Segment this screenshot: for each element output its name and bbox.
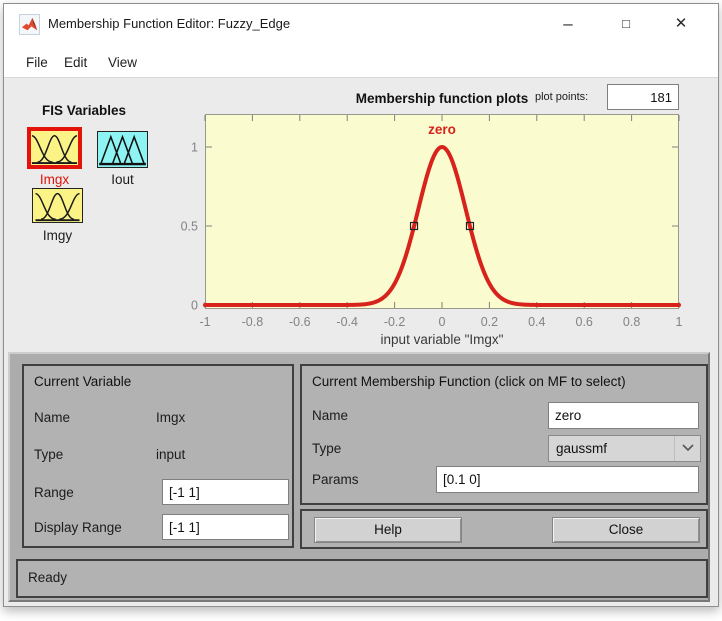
cv-type-label: Type xyxy=(34,447,64,462)
mf-type-label: Type xyxy=(312,441,342,456)
x-tick-label: 0 xyxy=(439,315,446,329)
menu-file[interactable]: File xyxy=(22,53,52,72)
window-title: Membership Function Editor: Fuzzy_Edge xyxy=(48,16,291,31)
membership-plot-axes[interactable]: -1 -0.8 -0.6 -0.4 -0.2 0 0.2 0.4 0.6 0.8 1 0 0.5 1 inp… xyxy=(181,114,683,347)
help-button[interactable]: Help xyxy=(314,517,462,543)
cv-type-value: input xyxy=(156,447,186,462)
bottom-controls-section: Current Variable Name Imgx Type input Ra… xyxy=(8,352,710,602)
x-tick-label: -0.2 xyxy=(384,315,406,329)
fis-variables-heading: FIS Variables xyxy=(42,103,127,118)
x-tick-label: 0.6 xyxy=(576,315,593,329)
y-tick-label: 0.5 xyxy=(181,220,198,234)
mf-handle-marker[interactable] xyxy=(465,221,475,231)
plot-points-input[interactable] xyxy=(607,84,679,110)
fis-variable-imgy-label[interactable]: Imgy xyxy=(32,228,83,243)
display-range-input[interactable] xyxy=(162,514,289,540)
x-tick-label: 0.2 xyxy=(481,315,498,329)
x-tick-label: -0.6 xyxy=(289,315,311,329)
mf-name-input[interactable] xyxy=(548,402,699,429)
chevron-down-icon xyxy=(674,436,700,461)
help-close-panel: Help Close xyxy=(300,509,708,549)
gauss-mf-thumbnail-icon xyxy=(31,135,78,164)
current-mf-heading: Current Membership Function (click on MF… xyxy=(312,374,626,389)
mf-type-dropdown[interactable]: gaussmf xyxy=(548,435,701,462)
close-button[interactable]: Close xyxy=(552,517,700,543)
cv-name-label: Name xyxy=(34,410,71,425)
fis-variable-imgx-icon[interactable] xyxy=(27,127,82,169)
y-tick-label: 1 xyxy=(191,141,198,155)
screenshot-root: Membership Function Editor: Fuzzy_Edge –… xyxy=(0,0,722,621)
current-variable-heading: Current Variable xyxy=(34,374,132,389)
current-mf-panel: Current Membership Function (click on MF… xyxy=(300,364,708,505)
mf-params-label: Params xyxy=(312,472,359,487)
plot-points-label: plot points: xyxy=(535,91,589,103)
maximize-button[interactable]: □ xyxy=(604,4,648,44)
plot-background[interactable] xyxy=(205,114,679,309)
mf-name-label: Name xyxy=(312,408,349,423)
menu-view[interactable]: View xyxy=(104,53,141,72)
title-bar[interactable]: Membership Function Editor: Fuzzy_Edge –… xyxy=(4,4,718,46)
mf-type-value: gaussmf xyxy=(556,441,608,456)
minimize-button[interactable]: – xyxy=(546,4,590,44)
fis-variable-imgx-label[interactable]: Imgx xyxy=(27,172,82,187)
status-bar: Ready xyxy=(16,559,708,598)
x-tick-label: 0.4 xyxy=(528,315,545,329)
fis-variable-iout-icon[interactable] xyxy=(97,131,148,168)
status-text: Ready xyxy=(28,570,68,585)
x-axis-label: input variable "Imgx" xyxy=(381,332,504,347)
x-tick-label: -0.8 xyxy=(242,315,264,329)
tri-mf-thumbnail-icon xyxy=(99,134,146,166)
x-tick-label: 0.8 xyxy=(623,315,640,329)
mf-curve-label: zero xyxy=(428,122,456,137)
mf-handle-marker[interactable] xyxy=(409,221,419,231)
matlab-logo-icon xyxy=(19,14,40,35)
cv-name-value: Imgx xyxy=(156,410,186,425)
mf-params-input[interactable] xyxy=(436,466,699,493)
menu-bar: File Edit View xyxy=(4,46,718,78)
fis-variable-iout-label[interactable]: Iout xyxy=(97,172,148,187)
fis-variable-imgy-icon[interactable] xyxy=(32,188,83,223)
gauss-mf-thumbnail-icon xyxy=(35,192,80,222)
close-window-button[interactable]: ✕ xyxy=(659,4,703,44)
cv-display-range-label: Display Range xyxy=(34,520,122,535)
membership-plot-svg: -1 -0.8 -0.6 -0.4 -0.2 0 0.2 0.4 0.6 0.8 1 0 0.5 1 inp… xyxy=(181,114,683,347)
cv-range-label: Range xyxy=(34,485,74,500)
range-input[interactable] xyxy=(162,479,289,505)
app-window: Membership Function Editor: Fuzzy_Edge –… xyxy=(3,3,719,607)
x-tick-label: 1 xyxy=(676,315,683,329)
menu-edit[interactable]: Edit xyxy=(60,53,91,72)
x-tick-label: -0.4 xyxy=(336,315,358,329)
x-tick-label: -1 xyxy=(199,315,210,329)
current-variable-panel: Current Variable Name Imgx Type input Ra… xyxy=(22,364,294,548)
y-tick-label: 0 xyxy=(191,299,198,313)
